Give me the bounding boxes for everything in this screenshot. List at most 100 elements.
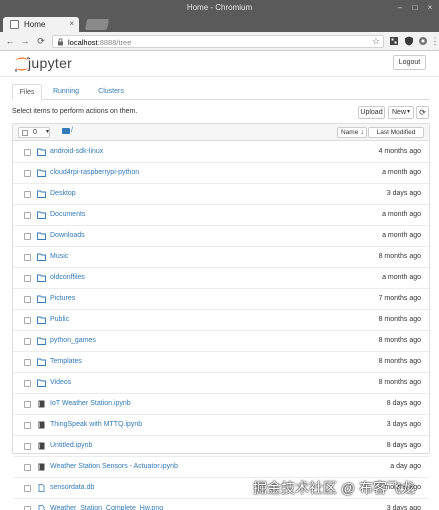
row-checkbox[interactable] [24,443,31,450]
info-icon[interactable] [57,38,64,46]
file-row[interactable]: ThingSpeak with MTTQ.ipynb 3 days ago [13,415,429,436]
file-name-link[interactable]: Templates [50,358,82,365]
file-row[interactable]: Downloads a month ago [13,226,429,247]
file-name-link[interactable]: IoT Weather Station.ipynb [50,400,131,407]
maximize-icon[interactable]: □ [410,3,420,13]
jupyter-brand[interactable]: jupyter [28,55,72,71]
folder-icon [37,211,46,219]
row-checkbox[interactable] [24,254,31,261]
select-all-checkbox[interactable] [22,130,28,136]
sort-by-name-button[interactable]: Name ↓ [337,127,367,138]
select-all-dropdown[interactable]: 0 ▾ [18,127,50,138]
file-name-link[interactable]: sensordata.db [50,484,94,491]
upload-button[interactable]: Upload [358,106,385,119]
logout-button[interactable]: Logout [393,55,426,70]
new-tab-button[interactable] [84,19,110,30]
sort-by-modified-button[interactable]: Last Modified [368,127,424,138]
row-checkbox[interactable] [24,296,31,303]
file-row[interactable]: Documents a month ago [13,205,429,226]
reload-icon[interactable]: ⟳ [36,36,46,46]
row-checkbox[interactable] [24,212,31,219]
file-row[interactable]: android-sdk-linux 4 months ago [13,142,429,163]
notebook-icon [37,463,46,471]
window-titlebar: Home - Chromium – □ × [0,0,439,16]
file-name-link[interactable]: cloud4rpi-raspberrypi-python [50,169,139,176]
file-name-link[interactable]: Public [50,316,69,323]
new-label: New [392,109,407,116]
file-name-link[interactable]: ThingSpeak with MTTQ.ipynb [50,421,142,428]
file-name-link[interactable]: Untitled.ipynb [50,442,92,449]
row-checkbox[interactable] [24,359,31,366]
minimize-icon[interactable]: – [395,3,405,13]
shield-icon[interactable] [404,36,414,46]
file-list-header: 0 ▾ / Name ↓ Last Modified [13,124,429,141]
breadcrumb-root[interactable]: / [71,127,73,134]
file-name-link[interactable]: android-sdk-linux [50,148,103,155]
row-checkbox[interactable] [24,380,31,387]
refresh-button[interactable]: ⟳ [416,106,429,119]
file-row[interactable]: python_games 8 months ago [13,331,429,352]
row-checkbox[interactable] [24,464,31,471]
file-name-link[interactable]: Downloads [50,232,85,239]
file-row[interactable]: Pictures 7 months ago [13,289,429,310]
row-checkbox[interactable] [24,233,31,240]
file-name-link[interactable]: Music [50,253,68,260]
row-checkbox[interactable] [24,485,31,492]
file-name-link[interactable]: Documents [50,211,85,218]
row-checkbox[interactable] [24,422,31,429]
file-row[interactable]: IoT Weather Station.ipynb 8 days ago [13,394,429,415]
file-row[interactable]: oldconffiles a month ago [13,268,429,289]
file-name-link[interactable]: python_games [50,337,96,344]
file-icon [37,484,46,492]
file-name-link[interactable]: Pictures [50,295,75,302]
forward-icon[interactable]: → [20,36,30,46]
file-row[interactable]: Music 8 months ago [13,247,429,268]
file-name-link[interactable]: Weather_Station_Complete_Hw.png [50,505,163,510]
folder-home-icon[interactable] [62,128,70,134]
tab-clusters[interactable]: Clusters [90,84,132,100]
file-row[interactable]: Desktop 3 days ago [13,184,429,205]
file-name-link[interactable]: Desktop [50,190,76,197]
row-checkbox[interactable] [24,401,31,408]
puzzle-icon[interactable] [418,36,428,46]
window-title: Home - Chromium [186,3,253,12]
url-path: :8888/tree [97,38,132,47]
file-row[interactable]: Public 8 months ago [13,310,429,331]
file-row[interactable]: Untitled.ipynb 8 days ago [13,436,429,457]
address-bar[interactable]: localhost:8888/tree ☆ [52,35,384,48]
tab-files[interactable]: Files [12,84,42,101]
file-row[interactable]: cloud4rpi-raspberrypi-python a month ago [13,163,429,184]
file-name-link[interactable]: oldconffiles [50,274,85,281]
folder-icon [37,274,46,282]
tab-title: Home [24,20,46,29]
file-row[interactable]: Weather Station Sensors - Actuator.ipynb… [13,457,429,478]
browser-tab-home[interactable]: Home × [3,17,79,32]
extension-grid-icon[interactable] [389,36,399,46]
file-name-link[interactable]: Videos [50,379,71,386]
row-checkbox[interactable] [24,338,31,345]
row-checkbox[interactable] [24,317,31,324]
file-row[interactable]: Templates 8 months ago [13,352,429,373]
new-dropdown-button[interactable]: New ▾ [388,106,414,119]
folder-icon [37,316,46,324]
last-modified: a month ago [382,232,421,239]
folder-icon [37,379,46,387]
row-checkbox[interactable] [24,191,31,198]
last-modified: 8 months ago [378,337,421,344]
menu-icon[interactable]: ⋮ [430,36,439,46]
tab-running[interactable]: Running [46,84,86,100]
file-list: 0 ▾ / Name ↓ Last Modified android-sdk-l… [12,123,430,510]
notebook-icon [37,400,46,408]
bookmark-star-icon[interactable]: ☆ [372,36,380,47]
file-row[interactable]: Videos 8 months ago [13,373,429,394]
close-tab-icon[interactable]: × [69,19,74,28]
row-checkbox[interactable] [24,506,31,510]
row-checkbox[interactable] [24,149,31,156]
row-checkbox[interactable] [24,170,31,177]
file-name-link[interactable]: Weather Station Sensors - Actuator.ipynb [50,463,178,470]
close-window-icon[interactable]: × [425,3,435,13]
back-icon[interactable]: ← [5,36,15,46]
file-row[interactable]: Weather_Station_Complete_Hw.png 3 days ag… [13,499,429,510]
row-checkbox[interactable] [24,275,31,282]
page-icon [10,20,19,29]
